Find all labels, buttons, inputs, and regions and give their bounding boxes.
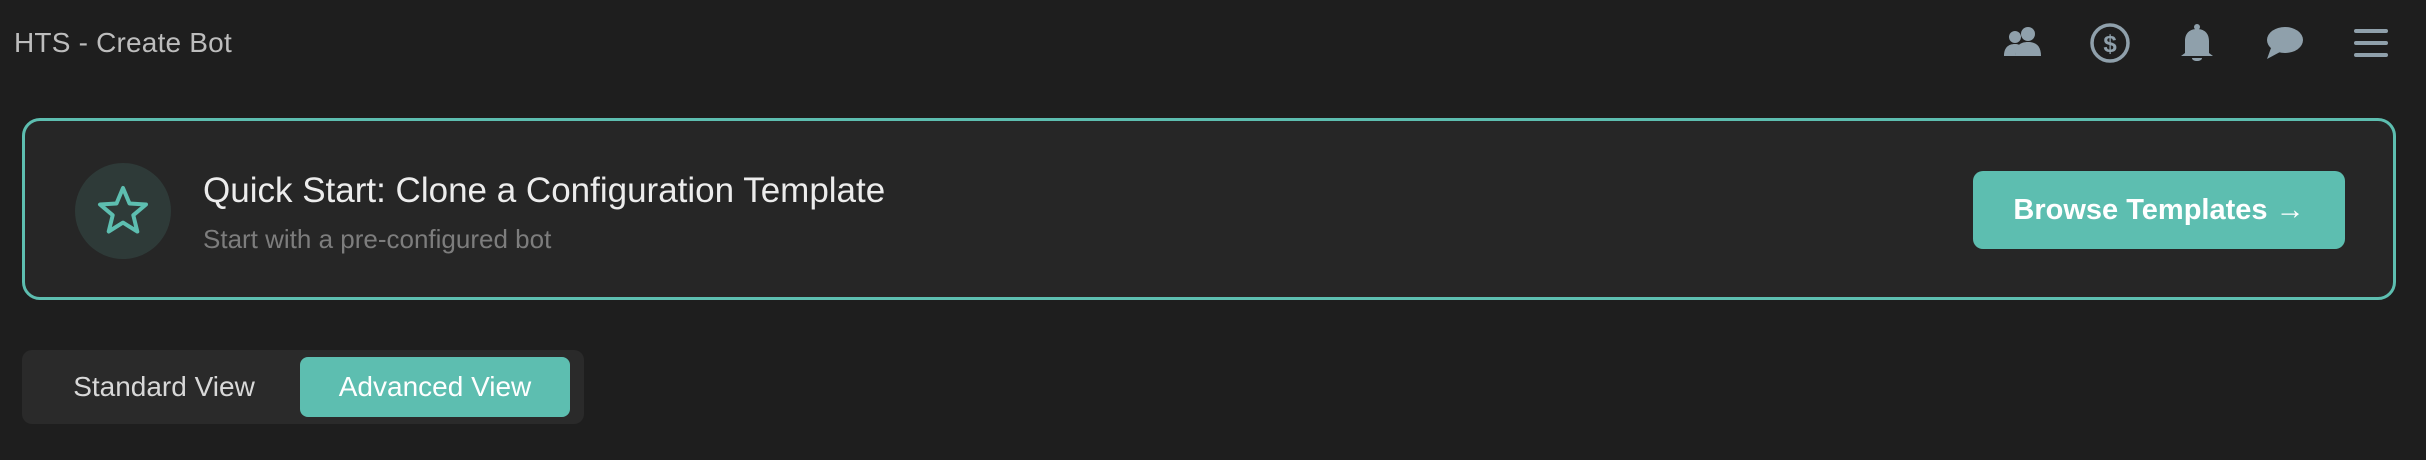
advanced-view-button[interactable]: Advanced View [300, 357, 570, 417]
quick-start-card: Quick Start: Clone a Configuration Templ… [22, 118, 2396, 300]
page-title: HTS - Create Bot [14, 27, 232, 58]
top-icon-group: $ [2002, 22, 2392, 64]
quick-start-subtitle: Start with a pre-configured bot [203, 224, 552, 254]
view-toggle: Standard View Advanced View [22, 350, 584, 424]
quick-start-title: Quick Start: Clone a Configuration Templ… [203, 171, 886, 210]
users-icon[interactable] [2002, 22, 2044, 64]
svg-text:$: $ [2103, 31, 2117, 58]
star-icon [75, 163, 171, 259]
standard-view-button[interactable]: Standard View [28, 357, 300, 417]
dollar-icon[interactable]: $ [2089, 22, 2131, 64]
bell-icon[interactable] [2176, 22, 2218, 64]
chat-icon[interactable] [2263, 22, 2305, 64]
menu-icon[interactable] [2350, 22, 2392, 64]
top-bar: HTS - Create Bot $ [0, 0, 2426, 86]
browse-templates-button[interactable]: Browse Templates → [1973, 171, 2345, 249]
